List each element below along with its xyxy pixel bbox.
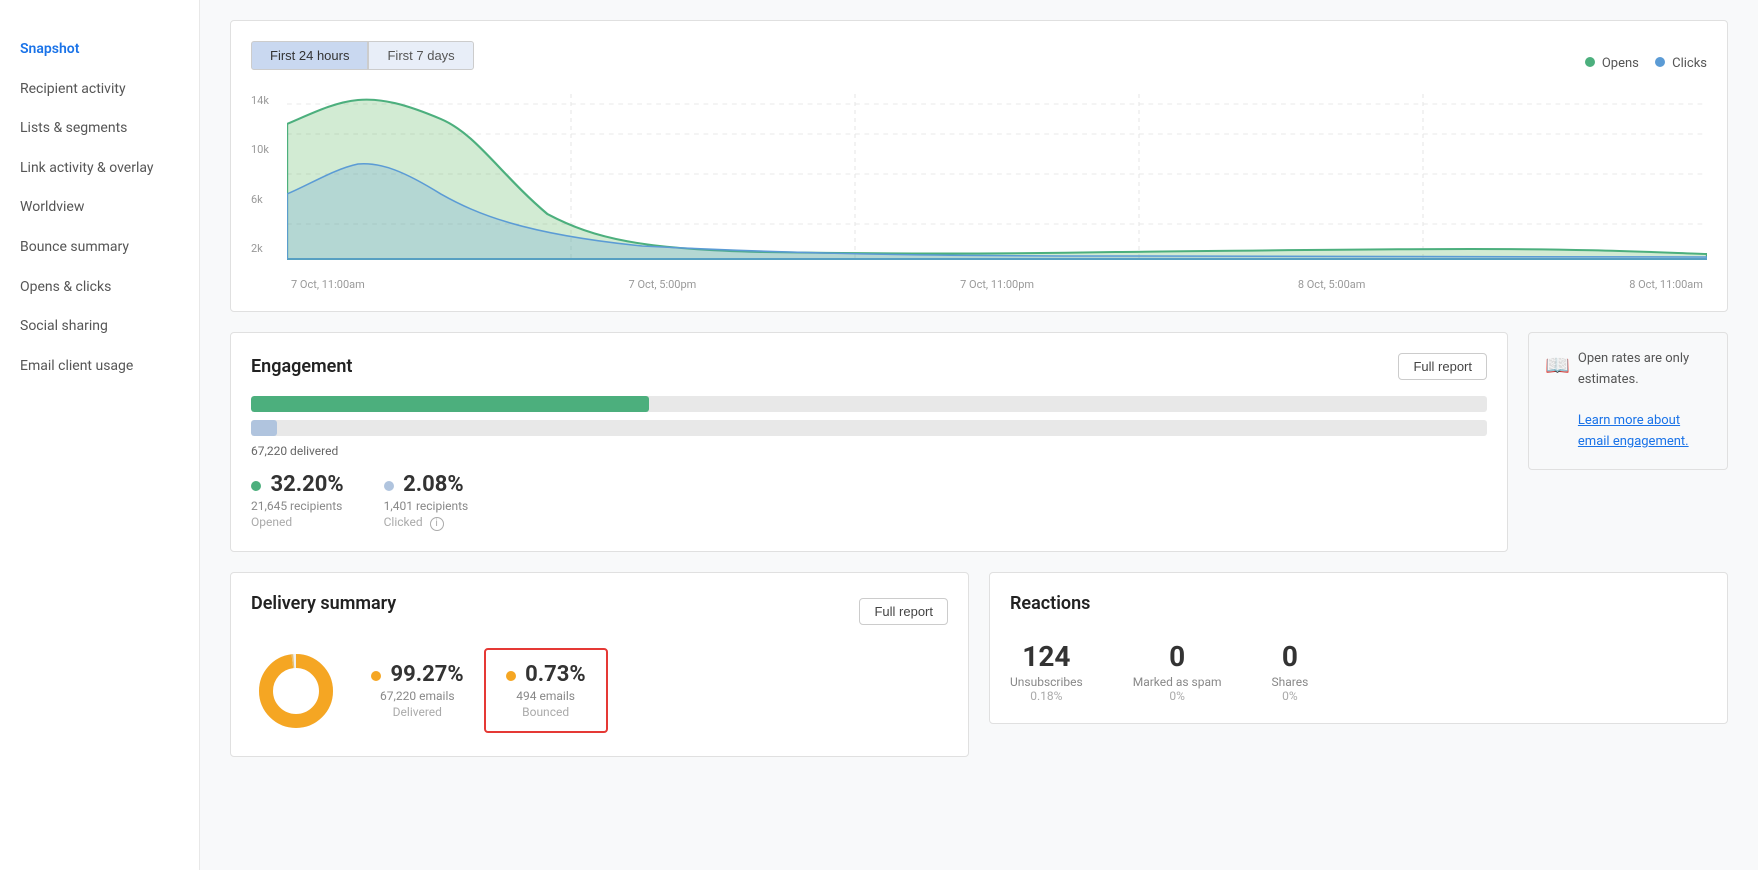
chart-svg — [287, 94, 1707, 274]
shares-num: 0 — [1272, 640, 1309, 673]
click-bar-track — [251, 420, 1487, 436]
sidebar-item-worldview[interactable]: Worldview — [0, 188, 199, 228]
bounced-label-text: Bounced — [506, 705, 586, 719]
chart-card: First 24 hours First 7 days Opens Clicks — [230, 20, 1728, 312]
clicks-dot — [1655, 57, 1665, 67]
donut-chart — [251, 646, 341, 736]
delivered-label-text: Delivered — [371, 705, 464, 719]
sidebar-item-email-client[interactable]: Email client usage — [0, 347, 199, 387]
sidebar-item-lists-segments[interactable]: Lists & segments — [0, 109, 199, 149]
legend-clicks: Clicks — [1655, 56, 1707, 71]
engagement-card: Engagement Full report 67,220 delivered — [230, 332, 1508, 552]
book-icon: 📖 — [1545, 349, 1570, 381]
app-layout: Snapshot Recipient activity Lists & segm… — [0, 0, 1758, 870]
notice-text-block: Open rates are only estimates. Learn mor… — [1578, 349, 1711, 453]
delivered-pct: 99.27% — [390, 662, 463, 687]
bounced-pct: 0.73% — [525, 662, 586, 687]
open-bar-fill — [251, 396, 649, 412]
sidebar-item-bounce-summary[interactable]: Bounce summary — [0, 228, 199, 268]
bounced-emails: 494 emails — [506, 689, 586, 703]
sidebar-item-recipient-activity[interactable]: Recipient activity — [0, 70, 199, 110]
unsubscribes-pct: 0.18% — [1010, 689, 1083, 703]
open-recipients: 21,645 recipients — [251, 499, 344, 513]
sidebar: Snapshot Recipient activity Lists & segm… — [0, 0, 200, 870]
chart-legend: Opens Clicks — [1585, 56, 1707, 71]
chart-y-labels: 14k 10k 6k 2k — [251, 94, 269, 291]
main-content: First 24 hours First 7 days Opens Clicks — [200, 0, 1758, 870]
sidebar-item-opens-clicks[interactable]: Opens & clicks — [0, 268, 199, 308]
open-bar-track — [251, 396, 1487, 412]
spam-num: 0 — [1133, 640, 1222, 673]
open-pct: 32.20% — [270, 472, 343, 497]
click-recipients: 1,401 recipients — [384, 499, 469, 513]
open-bar-row — [251, 396, 1487, 412]
open-stat: 32.20% 21,645 recipients Opened — [251, 472, 344, 531]
unsubscribes-label: Unsubscribes — [1010, 675, 1083, 689]
reactions-title: Reactions — [1010, 593, 1707, 614]
bottom-row: Delivery summary Full report — [230, 572, 1728, 777]
donut-svg — [251, 646, 341, 736]
notice-card: 📖 Open rates are only estimates. Learn m… — [1528, 332, 1728, 470]
click-stat-dot — [384, 481, 394, 491]
tab-24hours[interactable]: First 24 hours — [251, 41, 368, 70]
delivery-full-report-btn[interactable]: Full report — [859, 598, 948, 625]
click-label: Clicked i — [384, 515, 469, 531]
click-pct-row: 2.08% — [384, 472, 469, 497]
open-stat-dot — [251, 481, 261, 491]
bounced-box: 0.73% 494 emails Bounced — [484, 648, 608, 733]
unsubscribes-stat: 124 Unsubscribes 0.18% — [1010, 640, 1083, 703]
delivery-stats: 99.27% 67,220 emails Delivered 0.73% 494 — [371, 648, 608, 733]
shares-label: Shares — [1272, 675, 1309, 689]
engagement-stats: 32.20% 21,645 recipients Opened 2.08% 1,… — [251, 472, 1487, 531]
engagement-title: Engagement — [251, 356, 352, 377]
open-pct-row: 32.20% — [251, 472, 344, 497]
reactions-stats: 124 Unsubscribes 0.18% 0 Marked as spam … — [1010, 630, 1707, 703]
delivered-label: 67,220 delivered — [251, 444, 1487, 458]
delivery-card: Delivery summary Full report — [230, 572, 969, 757]
sidebar-item-social-sharing[interactable]: Social sharing — [0, 307, 199, 347]
delivery-title: Delivery summary — [251, 593, 396, 614]
engagement-header: Engagement Full report — [251, 353, 1487, 380]
delivered-stat: 99.27% 67,220 emails Delivered — [371, 662, 464, 719]
opens-dot — [1585, 57, 1595, 67]
spam-label: Marked as spam — [1133, 675, 1222, 689]
bounced-dot — [506, 671, 516, 681]
click-bar-fill — [251, 420, 277, 436]
legend-opens: Opens — [1585, 56, 1639, 71]
shares-stat: 0 Shares 0% — [1272, 640, 1309, 703]
notice-text: Open rates are only estimates. — [1578, 351, 1689, 387]
spam-pct: 0% — [1133, 689, 1222, 703]
spam-stat: 0 Marked as spam 0% — [1133, 640, 1222, 703]
delivery-section-header: Delivery summary Full report — [251, 593, 948, 630]
notice-inner: 📖 Open rates are only estimates. Learn m… — [1545, 349, 1711, 453]
engagement-row: Engagement Full report 67,220 delivered — [230, 332, 1728, 572]
click-stat: 2.08% 1,401 recipients Clicked i — [384, 472, 469, 531]
chart-area — [287, 94, 1707, 274]
chart-x-labels: 7 Oct, 11:00am 7 Oct, 5:00pm 7 Oct, 11:0… — [287, 278, 1707, 291]
click-bar-row — [251, 420, 1487, 436]
click-info-icon: i — [430, 517, 444, 531]
open-label: Opened — [251, 515, 344, 529]
unsubscribes-num: 124 — [1010, 640, 1083, 673]
engagement-full-report-btn[interactable]: Full report — [1398, 353, 1487, 380]
sidebar-item-link-activity[interactable]: Link activity & overlay — [0, 149, 199, 189]
delivery-inner: 99.27% 67,220 emails Delivered 0.73% 494 — [251, 646, 948, 736]
delivered-dot — [371, 671, 381, 681]
sidebar-item-snapshot[interactable]: Snapshot — [0, 30, 199, 70]
chart-tabs: First 24 hours First 7 days — [251, 41, 474, 70]
delivered-emails: 67,220 emails — [371, 689, 464, 703]
click-pct: 2.08% — [403, 472, 464, 497]
tab-7days[interactable]: First 7 days — [368, 41, 473, 70]
notice-learn-more-link[interactable]: Learn more about email engagement. — [1578, 413, 1689, 449]
reactions-card: Reactions 124 Unsubscribes 0.18% 0 Marke… — [989, 572, 1728, 724]
shares-pct: 0% — [1272, 689, 1309, 703]
